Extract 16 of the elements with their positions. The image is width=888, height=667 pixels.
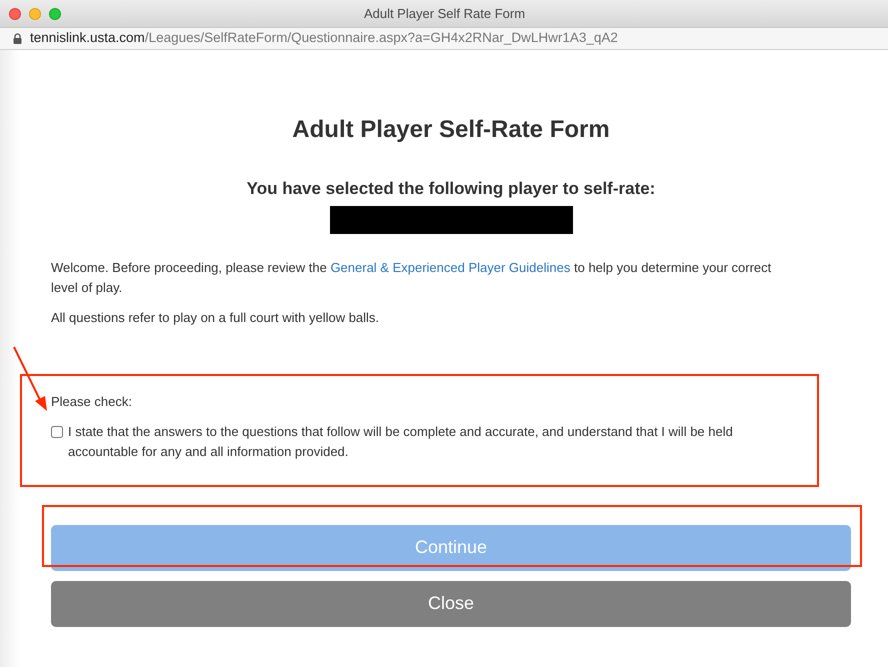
agreement-text: I state that the answers to the questions that follow will be complete and accurate, and understand that I will be held accountable for any and all information provided. [68, 422, 734, 461]
form-button[interactable]: Close [51, 580, 851, 626]
agreement-checkbox[interactable] [51, 426, 63, 438]
window-title: Adult Player Self Rate Form [364, 4, 526, 23]
address-bar[interactable]: tennislink.usta.com/Leagues/SelfRateForm/Questionnaire.aspx?a=GH4x2RNar_DwLHwr1A3_qA2 [0, 28, 888, 50]
close-window-icon[interactable] [9, 8, 21, 20]
lock-icon [13, 33, 22, 44]
welcome-text: Welcome. Before proceeding, please review the General & Experienced Player Guidelines to help you determine your correct level of play. [51, 258, 772, 297]
url-text: tennislink.usta.com/Leagues/SelfRateForm/Questionnaire.aspx?a=GH4x2RNar_DwLHwr1A3_qA2 [30, 29, 618, 48]
guidelines-link[interactable]: General & Experienced Player Guidelines [330, 260, 570, 274]
player-prompt: You have selected the following player to self-rate: [246, 178, 656, 200]
check-label: Please check: [51, 393, 133, 411]
zoom-window-icon[interactable] [49, 8, 61, 20]
minimize-window-icon[interactable] [29, 8, 41, 20]
form-heading: Adult Player Self-Rate Form [291, 115, 611, 145]
court-note: All questions refer to play on a full court with yellow balls. [51, 308, 380, 327]
